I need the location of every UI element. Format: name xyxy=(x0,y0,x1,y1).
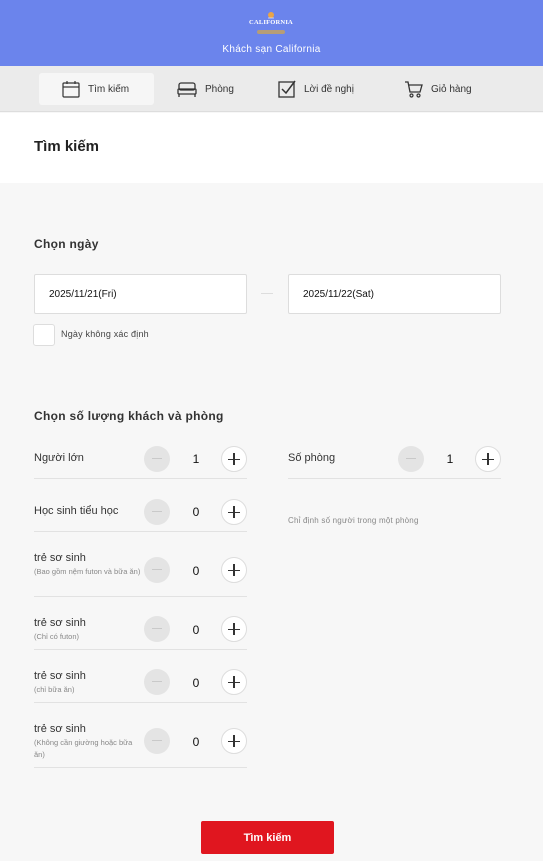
main-tabs: Tìm kiếm Phòng Lời đề nghị Giỏ hàng xyxy=(0,66,543,112)
tab-label: Lời đề nghị xyxy=(304,83,354,95)
rooms-decrement-button[interactable] xyxy=(398,446,424,472)
date-separator xyxy=(261,293,273,294)
rooms-note: Chỉ định số người trong một phòng xyxy=(288,516,419,525)
bed-icon xyxy=(177,82,197,97)
tab-label: Phòng xyxy=(205,83,234,95)
guest-count: 1 xyxy=(192,452,200,466)
guest-row-note: (chỉ bữa ăn) xyxy=(34,685,75,694)
increment-button[interactable] xyxy=(221,616,247,642)
guest-count: 0 xyxy=(192,623,200,637)
guest-row-note: (Không cần giường hoặc bữa ăn) xyxy=(34,738,133,759)
logo-text: CALIFORNIA xyxy=(249,19,293,26)
cart-icon xyxy=(405,81,423,98)
guest-row-note: (Bao gồm nệm futon và bữa ăn) xyxy=(34,567,141,576)
guest-row-label: trẻ sơ sinh xyxy=(34,552,86,564)
guest-row-elementary: Học sinh tiểu học 0 xyxy=(34,479,247,532)
guest-row-note: (Chỉ có futon) xyxy=(34,632,80,641)
tab-offers[interactable]: Lời đề nghị xyxy=(278,73,354,105)
tab-cart[interactable]: Giỏ hàng xyxy=(404,73,472,105)
increment-button[interactable] xyxy=(221,669,247,695)
rooms-count: 1 xyxy=(446,452,454,466)
guest-row-label: trẻ sơ sinh xyxy=(34,670,86,682)
checkout-date-field[interactable]: 2025/11/22(Sat) xyxy=(288,274,501,314)
checkbox-icon xyxy=(278,80,296,98)
guest-count: 0 xyxy=(192,505,200,519)
increment-button[interactable] xyxy=(221,728,247,754)
undecided-date-checkbox[interactable] xyxy=(33,324,55,346)
rooms-label: Số phòng xyxy=(288,452,336,464)
guest-row-label: trẻ sơ sinh xyxy=(34,723,86,735)
guest-row-infant-futon-meal: trẻ sơ sinh (Bao gồm nệm futon và bữa ăn… xyxy=(34,532,247,597)
hotel-header: CALIFORNIA Khách sạn California xyxy=(0,0,543,66)
increment-button[interactable] xyxy=(221,557,247,583)
search-button[interactable]: Tìm kiếm xyxy=(201,821,334,854)
decrement-button[interactable] xyxy=(144,669,170,695)
tab-label: Tìm kiếm xyxy=(88,83,130,95)
decrement-button[interactable] xyxy=(144,446,170,472)
checkin-date-field[interactable]: 2025/11/21(Fri) xyxy=(34,274,247,314)
page-title-bar: Tìm kiếm xyxy=(0,113,543,183)
guest-row-infant-futon: trẻ sơ sinh (Chỉ có futon) 0 xyxy=(34,597,247,650)
guest-count: 0 xyxy=(192,676,200,690)
date-section-label: Chọn ngày xyxy=(34,237,99,251)
calendar-icon xyxy=(62,81,80,98)
tab-label: Giỏ hàng xyxy=(431,83,472,95)
hotel-logo[interactable]: CALIFORNIA xyxy=(249,8,293,38)
guest-row-label: Người lớn xyxy=(34,452,84,464)
tab-rooms[interactable]: Phòng xyxy=(177,73,234,105)
decrement-button[interactable] xyxy=(144,499,170,525)
palm-sun-icon xyxy=(268,12,274,19)
undecided-date-label: Ngày không xác định xyxy=(61,329,149,339)
rooms-row: Số phòng 1 xyxy=(288,440,501,479)
guest-count: 0 xyxy=(192,735,200,749)
guest-row-label: Học sinh tiểu học xyxy=(34,505,119,517)
guests-section-label: Chọn số lượng khách và phòng xyxy=(34,409,224,423)
increment-button[interactable] xyxy=(221,499,247,525)
guest-row-adults: Người lớn 1 xyxy=(34,440,247,479)
increment-button[interactable] xyxy=(221,446,247,472)
guest-row-label: trẻ sơ sinh xyxy=(34,617,86,629)
tab-search[interactable]: Tìm kiếm xyxy=(39,73,154,105)
logo-underline xyxy=(257,30,285,34)
guest-row-infant-meal: trẻ sơ sinh (chỉ bữa ăn) 0 xyxy=(34,650,247,703)
guest-count: 0 xyxy=(192,564,200,578)
guest-row-infant-none: trẻ sơ sinh (Không cần giường hoặc bữa ă… xyxy=(34,703,247,768)
decrement-button[interactable] xyxy=(144,728,170,754)
decrement-button[interactable] xyxy=(144,616,170,642)
page-title: Tìm kiếm xyxy=(34,138,100,155)
rooms-increment-button[interactable] xyxy=(475,446,501,472)
decrement-button[interactable] xyxy=(144,557,170,583)
hotel-name: Khách sạn California xyxy=(222,44,321,55)
